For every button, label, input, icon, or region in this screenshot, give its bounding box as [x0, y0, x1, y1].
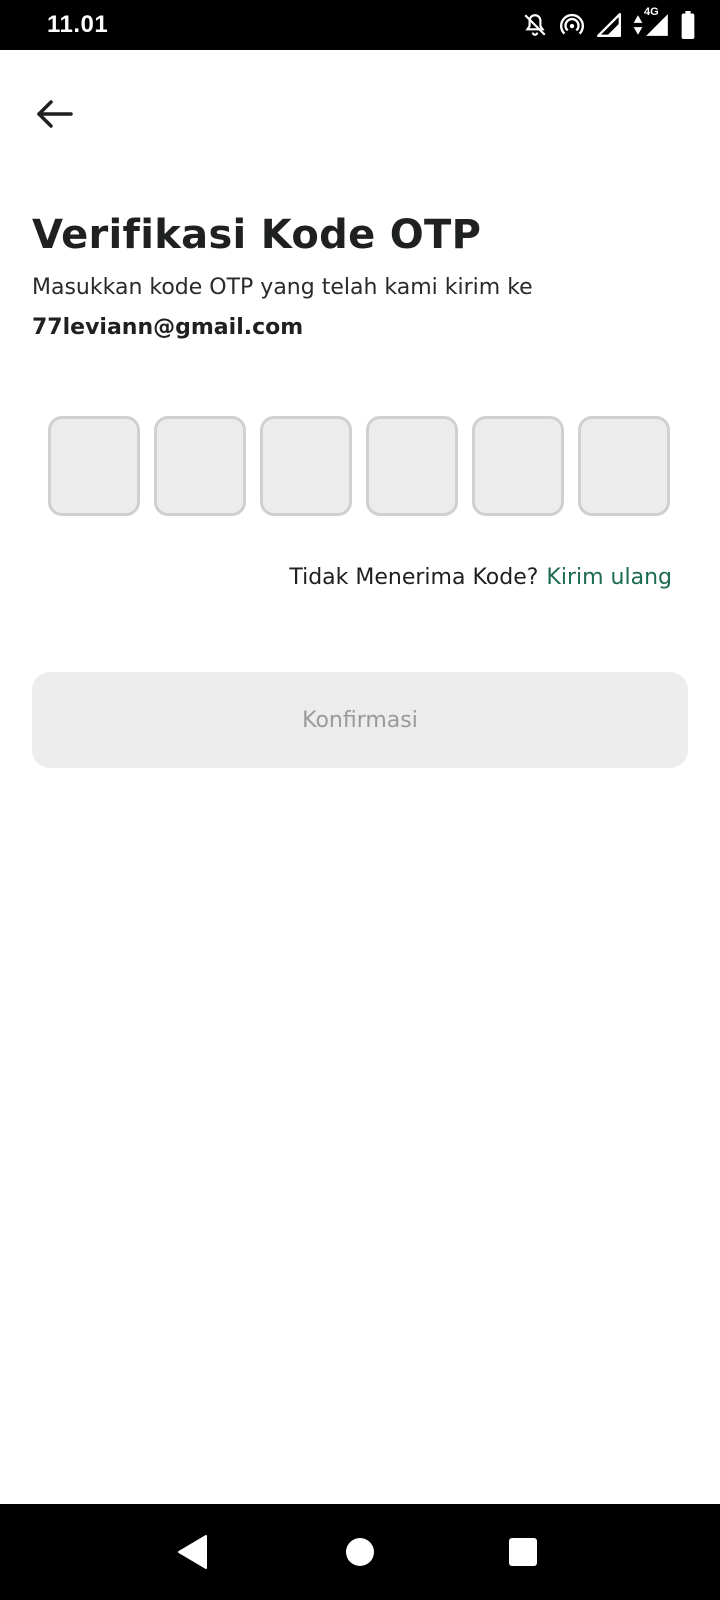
otp-digit-input-6[interactable]: [578, 416, 670, 516]
navigation-bar: [0, 1504, 720, 1600]
battery-icon: [680, 11, 696, 39]
otp-digit-input-2[interactable]: [154, 416, 246, 516]
network-type-label: 4G: [644, 6, 659, 18]
signal-icon: [596, 12, 622, 38]
otp-digit-input-4[interactable]: [366, 416, 458, 516]
otp-instruction-text: Masukkan kode OTP yang telah kami kirim …: [32, 275, 533, 300]
otp-digit-input-3[interactable]: [260, 416, 352, 516]
resend-row: Tidak Menerima Kode? Kirim ulang: [289, 565, 672, 590]
hotspot-icon: [558, 12, 586, 38]
recents-square-icon: [509, 1538, 537, 1566]
page-title: Verifikasi Kode OTP: [32, 212, 482, 258]
home-circle-icon: [346, 1538, 374, 1566]
otp-input-group: [48, 416, 670, 516]
confirm-button-label: Konfirmasi: [302, 707, 418, 733]
otp-digit-input-5[interactable]: [472, 416, 564, 516]
back-button[interactable]: [28, 88, 80, 140]
mobile-data-icon: 4G: [632, 6, 670, 38]
status-bar: 11.01 4G: [0, 0, 720, 50]
confirm-button[interactable]: Konfirmasi: [32, 672, 688, 768]
nav-recents-button[interactable]: [483, 1504, 563, 1600]
resend-link[interactable]: Kirim ulang: [546, 565, 672, 590]
nav-back-button[interactable]: [153, 1504, 233, 1600]
resend-prompt: Tidak Menerima Kode?: [289, 565, 539, 590]
back-triangle-icon: [178, 1535, 207, 1569]
notifications-off-icon: [522, 12, 548, 38]
nav-home-button[interactable]: [320, 1504, 400, 1600]
status-icons: 4G: [522, 6, 696, 40]
status-time: 11.01: [47, 11, 109, 38]
recipient-email: 77leviann@gmail.com: [32, 315, 304, 340]
arrow-left-icon: [37, 100, 73, 128]
otp-digit-input-1[interactable]: [48, 416, 140, 516]
